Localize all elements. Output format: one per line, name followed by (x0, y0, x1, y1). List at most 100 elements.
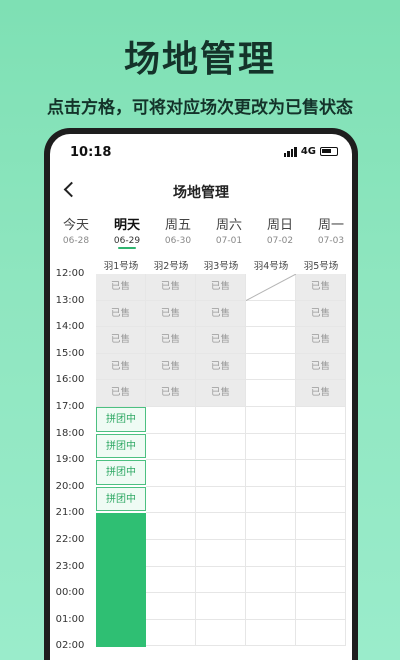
court-name: 羽3号场 (203, 261, 239, 272)
slot-cell-sold[interactable]: 已售 (96, 327, 146, 354)
slot-cell-group[interactable]: 拼团中 (96, 407, 146, 432)
time-label: 19:00 (55, 454, 85, 466)
slot-cell-booked[interactable] (96, 593, 146, 621)
slot-cell-free[interactable] (196, 433, 246, 461)
network-type: 4G (300, 146, 316, 157)
slot-cell-sold[interactable]: 已售 (196, 353, 246, 381)
slot-cell-sold[interactable]: 已售 (196, 274, 246, 301)
date-tab[interactable]: 周五 06-30 (153, 214, 203, 246)
slot-cell-group[interactable]: 拼团中 (96, 433, 146, 459)
slot-cell-free[interactable] (296, 566, 346, 594)
blocked-slash (246, 274, 296, 301)
slot-cell-sold[interactable]: 已售 (196, 300, 246, 328)
slot-cell-free[interactable] (246, 486, 296, 514)
date-tab[interactable]: 明天 06-29 (102, 214, 152, 249)
slot-cell-free[interactable] (296, 540, 346, 567)
slot-cell-sold[interactable]: 已售 (196, 327, 246, 354)
date-tab[interactable]: 今天 06-28 (51, 214, 101, 246)
slot-cell-free[interactable] (296, 433, 346, 461)
slot-cell-group[interactable]: 拼团中 (96, 460, 146, 485)
slot-cell-free[interactable] (246, 433, 296, 461)
slot-cell-free[interactable] (296, 513, 346, 540)
date-tab-day: 周五 (164, 218, 191, 233)
slot-cell-free[interactable] (296, 407, 346, 434)
slot-cell-free[interactable] (196, 566, 246, 594)
slot-cell-free[interactable] (196, 407, 246, 434)
slot-cell-free[interactable] (146, 433, 196, 461)
slot-cell-free[interactable] (246, 327, 296, 354)
slot-cell-blocked[interactable] (246, 274, 296, 301)
time-label: 00:00 (55, 587, 85, 599)
date-tabs: 今天 06-28 明天 06-29 周五 06-30 周六 07-01 周日 07-02 周一 07-… (50, 214, 352, 254)
date-tab-date: 07-03 (317, 236, 345, 246)
slot-cell-free[interactable] (146, 513, 196, 540)
date-tab[interactable]: 周一 07-03 (306, 214, 352, 246)
slot-cell-booked[interactable] (96, 619, 146, 647)
slot-cell-booked[interactable] (96, 566, 146, 594)
slot-cell-free[interactable] (246, 460, 296, 487)
slot-cell-booked[interactable] (96, 540, 146, 568)
slot-cell-free[interactable] (296, 593, 346, 620)
battery-icon (320, 147, 338, 156)
slot-cell-free[interactable] (246, 593, 296, 620)
slot-cell-sold[interactable]: 已售 (296, 380, 346, 407)
slot-cell-sold[interactable]: 已售 (96, 300, 146, 328)
slot-cell-free[interactable] (196, 540, 246, 567)
slot-cell-sold[interactable]: 已售 (96, 353, 146, 381)
slot-cell-sold[interactable]: 已售 (146, 300, 196, 328)
slot-cell-free[interactable] (146, 593, 196, 620)
slot-cell-sold[interactable]: 已售 (296, 274, 346, 301)
slot-cell-booked[interactable] (96, 513, 146, 541)
slot-cell-free[interactable] (246, 513, 296, 540)
date-tab-day: 周一 (317, 218, 344, 233)
time-label: 13:00 (55, 294, 85, 306)
slot-cell-free[interactable] (246, 407, 296, 434)
date-tab[interactable]: 周六 07-01 (204, 214, 254, 246)
slot-cell-free[interactable] (296, 619, 346, 647)
slot-cell-free[interactable] (246, 353, 296, 381)
slot-cell-free[interactable] (146, 566, 196, 594)
slot-cell-sold[interactable]: 已售 (96, 274, 146, 301)
slot-cell-free[interactable] (196, 593, 246, 620)
slot-cell-sold[interactable]: 已售 (96, 380, 146, 407)
court-header-row: 羽1号场 羽2号场 羽3号场 羽4号场 羽5号场 (50, 254, 352, 274)
time-label: 14:00 (55, 321, 85, 333)
slot-cell-sold[interactable]: 已售 (296, 327, 346, 354)
slot-cell-free[interactable] (146, 540, 196, 567)
slot-cell-free[interactable] (246, 566, 296, 594)
slot-cell-free[interactable] (146, 619, 196, 647)
slot-cell-free[interactable] (196, 460, 246, 487)
date-tab[interactable]: 周日 07-02 (255, 214, 305, 246)
date-tab-date: 06-29 (113, 236, 141, 246)
date-tab-date: 06-28 (62, 236, 90, 246)
phone-frame: 10:18 4G 场地管理 今天 06-28 明天 06-29 周五 06-30 周六 07-… (44, 128, 358, 660)
slot-grid: 12:00 13:00 14:00 15:00 16:00 17:00 18:00 19:00… (50, 268, 352, 660)
slot-cell-sold[interactable]: 已售 (146, 380, 196, 407)
slot-cell-free[interactable] (146, 460, 196, 487)
slot-cell-sold[interactable]: 已售 (146, 353, 196, 381)
slot-cell-free[interactable] (246, 540, 296, 567)
slot-cell-free[interactable] (246, 619, 296, 647)
slot-cell-sold[interactable]: 已售 (196, 380, 246, 407)
slot-cell-sold[interactable]: 已售 (296, 300, 346, 328)
slot-cell-free[interactable] (296, 486, 346, 514)
time-label: 15:00 (55, 347, 85, 359)
date-tab-date: 07-01 (215, 236, 243, 246)
slot-cell-free[interactable] (196, 619, 246, 647)
slot-cell-free[interactable] (246, 300, 296, 328)
slot-cell-free[interactable] (296, 460, 346, 487)
slot-cell-free[interactable] (196, 513, 246, 540)
slot-cell-sold[interactable]: 已售 (296, 353, 346, 381)
slot-cell-sold[interactable]: 已售 (146, 327, 196, 354)
court-name: 羽2号场 (153, 261, 189, 272)
slot-cell-free[interactable] (196, 486, 246, 514)
date-tab-date: 07-02 (266, 236, 294, 246)
slot-cell-sold[interactable]: 已售 (146, 274, 196, 301)
slot-cell-free[interactable] (246, 380, 296, 407)
slot-cell-free[interactable] (146, 407, 196, 434)
nav-bar: 场地管理 (50, 174, 352, 208)
time-label: 16:00 (55, 374, 85, 386)
slot-cell-free[interactable] (146, 486, 196, 514)
slot-cell-group[interactable]: 拼团中 (96, 486, 146, 512)
active-date-indicator (118, 247, 136, 249)
